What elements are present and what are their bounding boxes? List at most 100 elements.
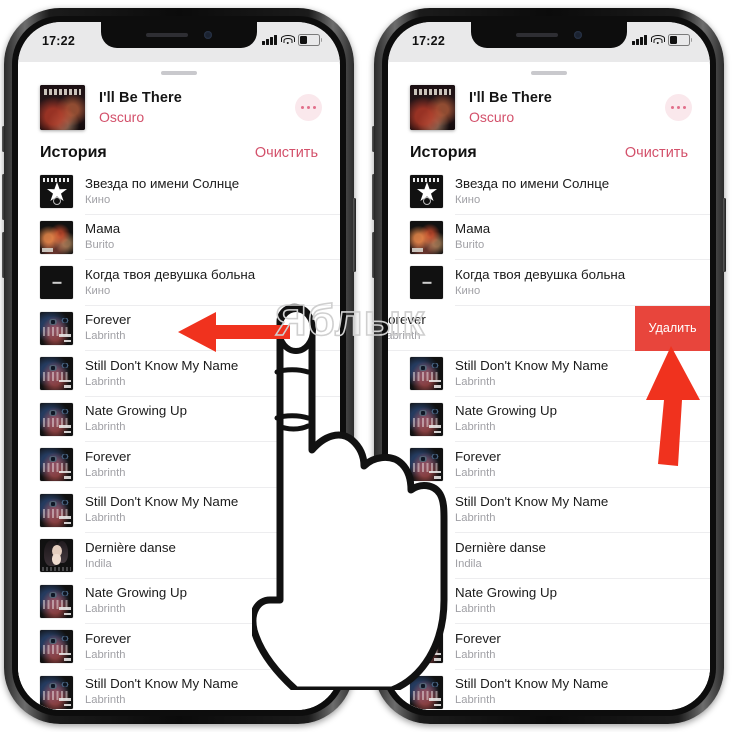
track-artwork — [40, 493, 73, 527]
list-item[interactable]: Dernière danse Indila — [388, 533, 710, 579]
track-artwork — [40, 175, 73, 209]
now-playing-left[interactable]: I'll Be There Oscuro — [18, 75, 340, 134]
track-artist: Кино — [85, 284, 111, 297]
track-title: Still Don't Know My Name — [455, 676, 609, 692]
track-artist: Кино — [455, 284, 481, 297]
track-text: Nate Growing Up Labrinth — [455, 397, 710, 442]
list-item[interactable]: Still Don't Know My Name Labrinth — [388, 669, 710, 710]
track-text: Dernière danse Indila — [85, 533, 340, 579]
track-text: Still Don't Know My Name Labrinth — [455, 351, 710, 397]
list-item[interactable]: Мама Burito — [18, 214, 340, 260]
mute-switch[interactable] — [2, 126, 5, 152]
now-playing-artist: Oscuro — [99, 108, 145, 125]
track-title: Still Don't Know My Name — [85, 357, 239, 373]
list-item[interactable]: Still Don't Know My Name Labrinth — [388, 487, 710, 533]
player-sheet-left: I'll Be There Oscuro История Очистить Зв… — [18, 62, 340, 710]
list-item[interactable]: Still Don't Know My Name Labrinth — [18, 351, 340, 397]
list-item[interactable]: Still Don't Know My Name Labrinth — [18, 487, 340, 533]
track-artist: Labrinth — [85, 466, 126, 479]
more-options-icon[interactable] — [295, 94, 322, 121]
now-playing-title: I'll Be There — [99, 89, 182, 106]
track-text: Nate Growing Up Labrinth — [455, 579, 710, 624]
volume-up-button-right[interactable] — [372, 174, 375, 220]
track-text: Звезда по имени Солнце Кино — [455, 169, 710, 215]
list-item-swiped[interactable]: Forever Labrinth Удалить — [388, 305, 710, 351]
delete-button[interactable]: Удалить — [635, 305, 710, 351]
clear-history-button[interactable]: Очистить — [255, 145, 318, 161]
track-text: Звезда по имени Солнце Кино — [85, 169, 340, 215]
track-title: Dernière danse — [85, 539, 176, 555]
track-artist: Labrinth — [85, 375, 126, 388]
volume-down-button[interactable] — [2, 232, 5, 278]
list-item-content[interactable]: Forever Labrinth — [388, 305, 635, 351]
list-item[interactable]: Мама Burito — [388, 214, 710, 260]
track-text: Forever Labrinth — [85, 442, 340, 488]
power-button-right[interactable] — [723, 198, 726, 272]
volume-up-button[interactable] — [2, 174, 5, 220]
list-item[interactable]: Forever Labrinth — [18, 624, 340, 670]
track-artwork — [410, 584, 443, 618]
mute-switch-right[interactable] — [372, 126, 375, 152]
list-item[interactable]: Nate Growing Up Labrinth — [388, 396, 710, 442]
track-artist: Burito — [455, 239, 485, 252]
track-title: Nate Growing Up — [85, 585, 187, 601]
history-title-right: История — [410, 144, 477, 161]
track-artist: Labrinth — [455, 648, 496, 661]
list-item[interactable]: Forever Labrinth — [388, 442, 710, 488]
status-indicators-right — [632, 34, 693, 46]
history-title: История — [40, 144, 107, 161]
track-title: Forever — [85, 312, 131, 328]
now-playing-title-right: I'll Be There — [469, 89, 552, 106]
phone-right-screen: 17:22 I'll Be There Oscuro История Очист… — [388, 22, 710, 710]
phone-left-bezel: 17:22 I'll Be There Oscuro История Очист… — [12, 16, 346, 716]
track-title: Dernière danse — [455, 539, 546, 555]
track-artwork — [40, 402, 73, 436]
history-list-left[interactable]: Звезда по имени Солнце Кино Мама Burito Когд… — [18, 169, 340, 710]
now-playing-artwork — [40, 85, 85, 130]
track-title: Nate Growing Up — [455, 585, 557, 601]
notch-left — [101, 22, 257, 48]
track-title: Forever — [388, 312, 426, 328]
list-item[interactable]: Nate Growing Up Labrinth — [18, 578, 340, 624]
track-artwork — [40, 675, 73, 709]
notch-right — [471, 22, 627, 48]
list-item[interactable]: Когда твоя девушка больна Кино — [18, 260, 340, 306]
track-artist: Labrinth — [455, 421, 496, 434]
track-title: Когда твоя девушка больна — [455, 266, 626, 282]
cellular-signal-icon-right — [632, 35, 647, 45]
volume-down-button-right[interactable] — [372, 232, 375, 278]
list-item[interactable]: Forever Labrinth — [18, 305, 340, 351]
list-item[interactable]: Когда твоя девушка больна Кино — [388, 260, 710, 306]
list-item[interactable]: Dernière danse Indila — [18, 533, 340, 579]
track-artwork — [40, 311, 73, 345]
track-artwork — [410, 220, 443, 254]
track-artwork — [40, 220, 73, 254]
track-artist: Кино — [85, 193, 111, 206]
track-artist: Labrinth — [455, 512, 496, 525]
cellular-signal-icon — [262, 35, 277, 45]
track-artist: Labrinth — [85, 512, 126, 525]
track-text: Still Don't Know My Name Labrinth — [85, 488, 340, 533]
list-item[interactable]: Forever Labrinth — [388, 624, 710, 670]
history-list-right[interactable]: Звезда по имени Солнце Кино Мама Burito Когд… — [388, 169, 710, 710]
track-artwork — [40, 448, 73, 482]
power-button[interactable] — [353, 198, 356, 272]
list-item[interactable]: Nate Growing Up Labrinth — [388, 578, 710, 624]
track-artwork — [410, 630, 443, 664]
list-item[interactable]: Звезда по имени Солнце Кино — [18, 169, 340, 215]
track-text: Forever Labrinth — [455, 442, 710, 488]
track-artist: Labrinth — [455, 375, 496, 388]
list-item[interactable]: Звезда по имени Солнце Кино — [388, 169, 710, 215]
more-options-icon-right[interactable] — [665, 94, 692, 121]
list-item[interactable]: Nate Growing Up Labrinth — [18, 396, 340, 442]
track-text: Still Don't Know My Name Labrinth — [85, 670, 340, 711]
list-item[interactable]: Still Don't Know My Name Labrinth — [388, 351, 710, 397]
track-title: Forever — [85, 630, 131, 646]
list-item[interactable]: Forever Labrinth — [18, 442, 340, 488]
clear-history-button-right[interactable]: Очистить — [625, 145, 688, 161]
track-title: Still Don't Know My Name — [85, 676, 239, 692]
now-playing-right[interactable]: I'll Be There Oscuro — [388, 75, 710, 134]
track-text: Nate Growing Up Labrinth — [85, 579, 340, 624]
list-item[interactable]: Still Don't Know My Name Labrinth — [18, 669, 340, 711]
track-artist: Labrinth — [388, 330, 421, 343]
